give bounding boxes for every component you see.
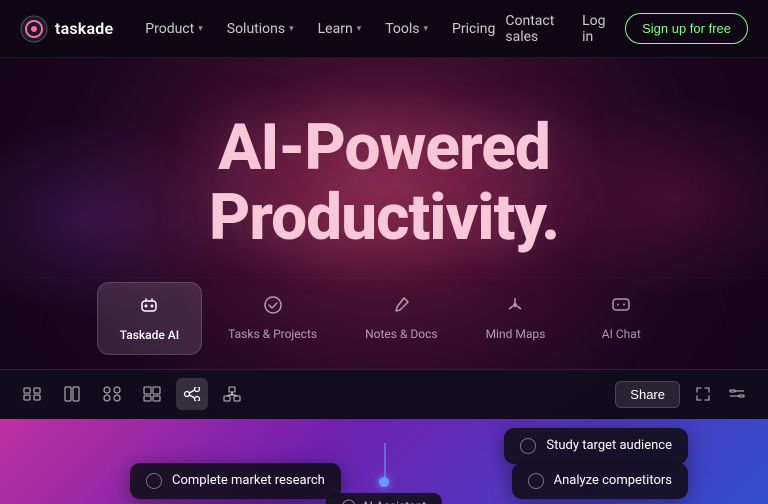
hero-title: AI-Powered Productivity. [0, 113, 768, 254]
tab-mind-maps[interactable]: Mind Maps [464, 282, 568, 355]
logo-text: taskade [55, 19, 113, 38]
task-checkbox-3[interactable] [528, 473, 544, 489]
tab-mindmap-label: Mind Maps [486, 327, 546, 341]
contact-sales-link[interactable]: Contact sales [505, 13, 566, 45]
toolbar-icon-5[interactable] [176, 378, 208, 410]
share-button[interactable]: Share [615, 381, 680, 408]
mindmap-icon [504, 294, 526, 321]
ai-icon [138, 295, 160, 322]
nav-item-solutions[interactable]: Solutions ▾ [217, 15, 304, 43]
tab-taskade-ai-label: Taskade AI [120, 328, 179, 342]
chevron-down-icon: ▾ [357, 24, 362, 34]
nav-item-tools[interactable]: Tools ▾ [375, 15, 438, 43]
hero-headline: AI-Powered Productivity. [0, 58, 768, 254]
login-link[interactable]: Log in [582, 13, 609, 45]
task-card-3: Analyze competitors [512, 463, 688, 499]
nav-right: Contact sales Log in Sign up for free [505, 13, 748, 45]
tab-ai-chat[interactable]: AI Chat [571, 282, 671, 355]
ai-assistant-icon [342, 499, 356, 504]
toolbar-action-icons [688, 379, 752, 409]
toolbar-expand-icon[interactable] [688, 379, 718, 409]
toolbar-icon-6[interactable] [216, 378, 248, 410]
tab-notes-docs[interactable]: Notes & Docs [343, 282, 460, 355]
logo-icon [20, 15, 48, 43]
chevron-down-icon: ▾ [424, 24, 429, 34]
notes-icon [390, 294, 412, 321]
connection-dot [379, 477, 389, 487]
task-checkbox-1[interactable] [146, 473, 162, 489]
ai-assistant-bar[interactable]: AI Assistant [326, 493, 442, 504]
navbar: taskade Product ▾ Solutions ▾ Learn ▾ To… [0, 0, 768, 58]
nav-item-learn[interactable]: Learn ▾ [308, 15, 372, 43]
app-preview: Complete market research Study target au… [0, 419, 768, 504]
toolbar-icon-1[interactable] [16, 378, 48, 410]
tasks-icon [262, 294, 284, 321]
task-card-1: Complete market research [130, 463, 341, 499]
tab-tasks-label: Tasks & Projects [228, 327, 317, 341]
chevron-down-icon: ▾ [198, 24, 203, 34]
feature-tabs: Taskade AI Tasks & Projects Notes & Docs [0, 282, 768, 355]
nav-item-pricing[interactable]: Pricing [442, 15, 505, 43]
task-checkbox-2[interactable] [520, 438, 536, 454]
tab-taskade-ai[interactable]: Taskade AI [97, 282, 202, 355]
toolbar-icon-3[interactable] [96, 378, 128, 410]
toolbar-icon-4[interactable] [136, 378, 168, 410]
tab-tasks-projects[interactable]: Tasks & Projects [206, 282, 339, 355]
nav-item-product[interactable]: Product ▾ [135, 15, 212, 43]
nav-links: Product ▾ Solutions ▾ Learn ▾ Tools ▾ Pr… [135, 15, 505, 43]
toolbar-icon-2[interactable] [56, 378, 88, 410]
toolbar-settings-icon[interactable] [722, 379, 752, 409]
task-card-2: Study target audience [504, 428, 688, 464]
signup-button[interactable]: Sign up for free [625, 13, 748, 44]
tab-notes-label: Notes & Docs [365, 327, 438, 341]
tab-aichat-label: AI Chat [602, 327, 641, 341]
logo[interactable]: taskade [20, 15, 113, 43]
chevron-down-icon: ▾ [289, 24, 294, 34]
chat-icon [610, 294, 632, 321]
hero-section: AI-Powered Productivity. Taskade AI [0, 58, 768, 504]
toolbar-strip: Share [0, 369, 768, 419]
